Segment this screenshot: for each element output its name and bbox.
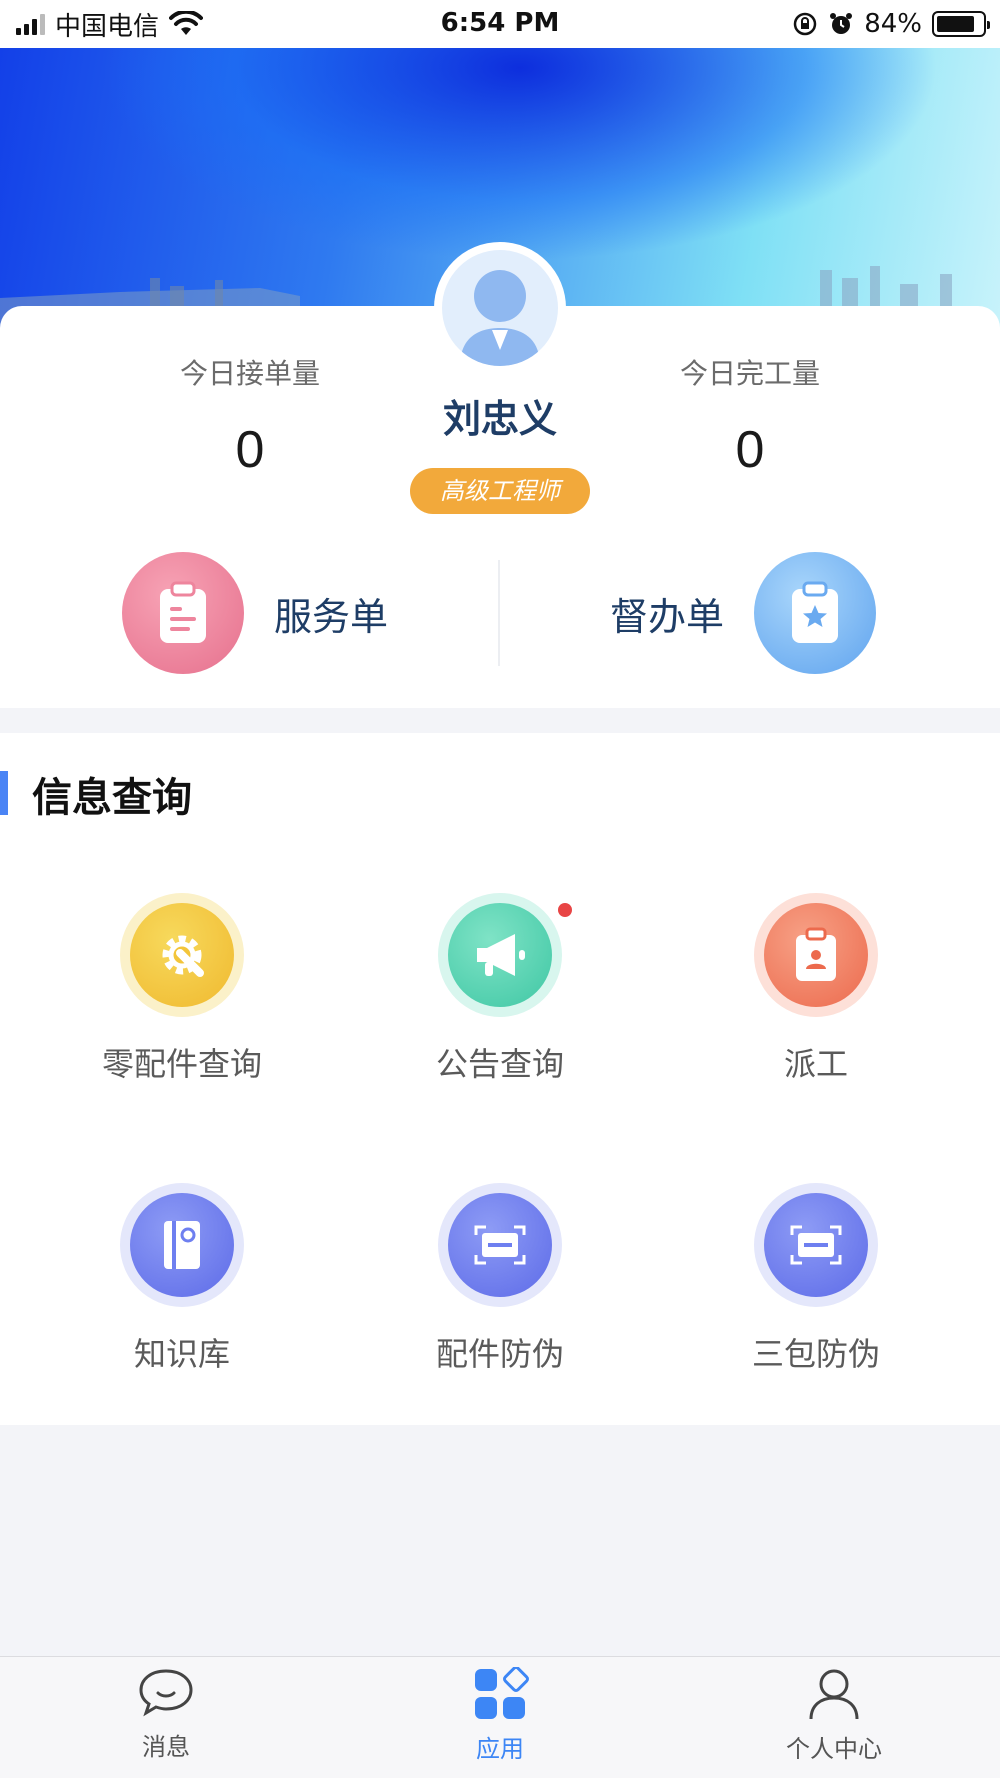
grid-item-warranty-anticounterfeit[interactable]: 三包防伪	[696, 1183, 936, 1375]
quick-action-label: 督办单	[610, 594, 725, 639]
chat-bubble-icon	[139, 1669, 193, 1717]
bottom-tab-bar: 消息 应用 个人中心	[0, 1656, 1000, 1778]
notification-dot	[558, 903, 572, 917]
grid-item-label: 配件防伪	[435, 1335, 564, 1373]
notebook-icon	[120, 1183, 244, 1307]
grid-item-label: 派工	[783, 1045, 848, 1083]
quick-actions-divider	[498, 560, 500, 666]
tab-profile[interactable]: 个人中心	[734, 1667, 934, 1764]
grid-item-announcement-query[interactable]: 公告查询	[380, 893, 620, 1085]
stat-label: 今日接单量	[179, 357, 320, 390]
tab-messages[interactable]: 消息	[66, 1667, 266, 1762]
clipboard-list-icon	[122, 552, 244, 674]
clipboard-star-icon	[754, 552, 877, 674]
stat-label: 今日完工量	[679, 357, 820, 390]
user-name: 刘忠义	[442, 397, 557, 441]
quick-action-label: 服务单	[274, 594, 389, 639]
section-title: 信息查询	[32, 775, 192, 821]
avatar[interactable]	[434, 242, 566, 374]
tab-label: 应用	[476, 1735, 524, 1763]
tab-label: 个人中心	[786, 1735, 882, 1763]
status-right: 84%	[792, 8, 990, 40]
badge-person-icon	[754, 893, 878, 1017]
gear-wrench-icon	[120, 893, 244, 1017]
grid-item-dispatch[interactable]: 派工	[696, 893, 936, 1085]
alarm-icon	[830, 13, 853, 34]
service-order-button[interactable]: 服务单	[122, 552, 388, 674]
supervision-order-button[interactable]: 督办单	[610, 552, 877, 674]
scan-icon	[754, 1183, 878, 1307]
status-bar: 中国电信 6:54 PM 84%	[0, 0, 1000, 48]
grid-item-knowledge-base[interactable]: 知识库	[62, 1183, 302, 1375]
grid-item-label: 三包防伪	[751, 1335, 880, 1373]
tab-apps[interactable]: 应用	[400, 1666, 600, 1764]
tab-label: 消息	[142, 1733, 190, 1761]
user-avatar-icon	[460, 270, 540, 366]
grid-item-label: 零配件查询	[101, 1045, 262, 1083]
person-icon	[809, 1669, 859, 1720]
info-query-section: 信息查询 零配件查询 公告查询 派工 知识库 配件防伪 三包防伪	[0, 733, 1000, 1425]
section-accent-bar	[0, 771, 8, 815]
scan-icon	[438, 1183, 562, 1307]
grid-item-parts-query[interactable]: 零配件查询	[62, 893, 302, 1085]
grid-item-label: 知识库	[133, 1335, 230, 1373]
rotation-lock-icon	[793, 12, 817, 36]
grid-item-label: 公告查询	[435, 1045, 564, 1083]
megaphone-icon	[438, 893, 572, 1017]
battery-icon	[932, 11, 990, 37]
apps-icon	[475, 1666, 529, 1719]
grid-item-parts-anticounterfeit[interactable]: 配件防伪	[380, 1183, 620, 1375]
user-title-badge: 高级工程师	[410, 468, 590, 514]
battery-percent: 84%	[864, 9, 922, 39]
